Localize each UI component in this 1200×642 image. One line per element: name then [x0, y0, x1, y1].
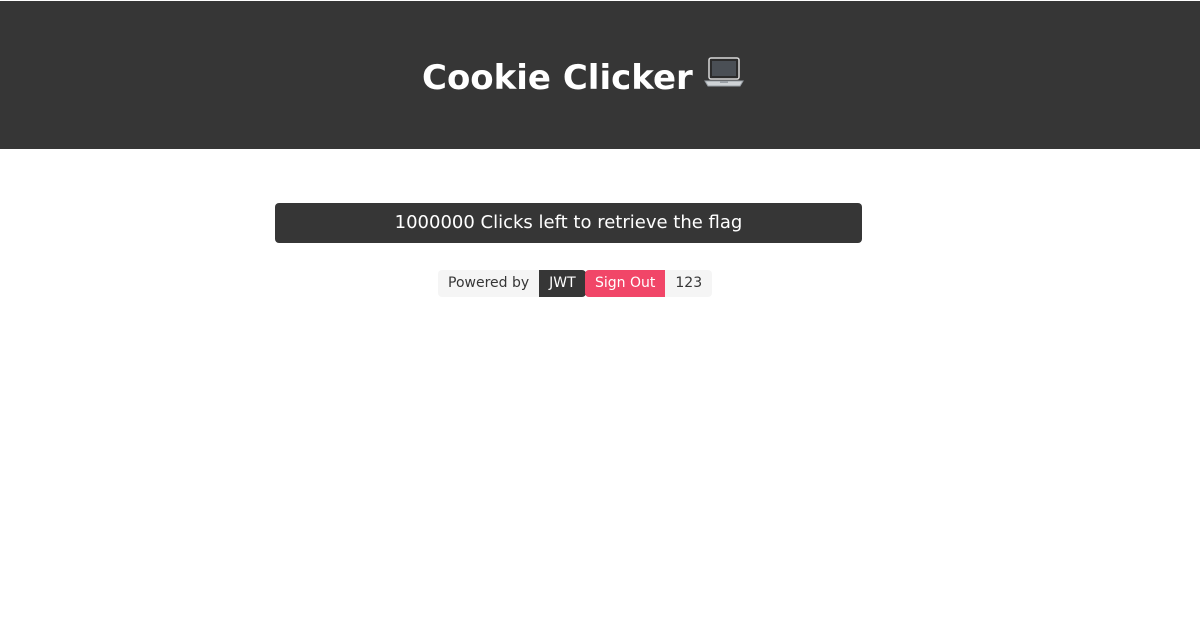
user-tags: Sign Out 123 — [585, 270, 713, 297]
powered-by-jwt-tag: JWT — [539, 270, 586, 297]
click-button-label: 1000000 Clicks left to retrieve the flag — [394, 212, 743, 233]
username-tag: 123 — [665, 270, 713, 297]
hero-header: Cookie Clicker — [0, 0, 1200, 149]
powered-by-tags: Powered by JWT — [438, 270, 586, 297]
click-button[interactable]: 1000000 Clicks left to retrieve the flag — [275, 203, 862, 243]
powered-by-label: Powered by — [438, 270, 540, 297]
sign-out-button[interactable]: Sign Out — [585, 270, 666, 297]
page-title: Cookie Clicker — [422, 56, 745, 99]
page-title-text: Cookie Clicker — [422, 58, 693, 98]
laptop-icon — [703, 56, 745, 98]
